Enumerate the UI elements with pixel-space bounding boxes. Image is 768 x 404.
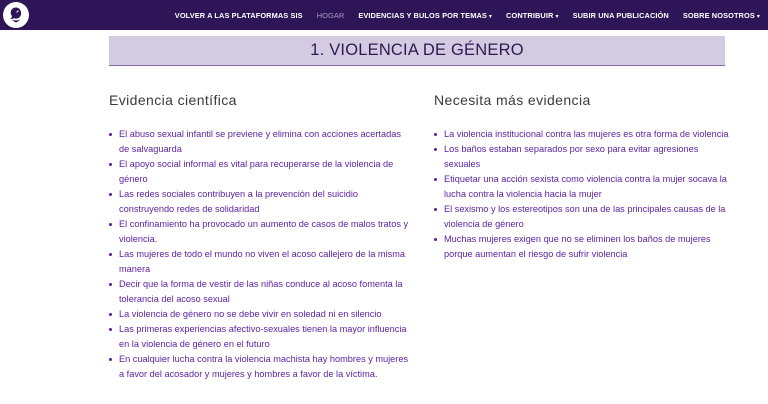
list-item: Las mujeres de todo el mundo no viven el… (109, 247, 409, 277)
page-title-band: 1. VIOLENCIA DE GÉNERO (109, 36, 725, 66)
list-item: Las redes sociales contribuyen a la prev… (109, 187, 409, 217)
claim-link[interactable]: Muchas mujeres exigen que no se eliminen… (444, 234, 711, 259)
chevron-down-icon: ▾ (488, 13, 493, 20)
needs-more-evidence-heading: Necesita más evidencia (434, 92, 591, 108)
page-title: 1. VIOLENCIA DE GÉNERO (310, 41, 524, 59)
list-item: En cualquier lucha contra la violencia m… (109, 352, 409, 382)
list-item: Las primeras experiencias afectivo-sexua… (109, 322, 409, 352)
top-navigation-bar: VOLVER A LAS PLATAFORMAS SIS HOGAR EVIDE… (0, 0, 768, 30)
nav-item-volver[interactable]: VOLVER A LAS PLATAFORMAS SIS (175, 11, 303, 20)
list-item: El sexismo y los estereotipos son una de… (434, 202, 734, 232)
needs-more-evidence-list: La violencia institucional contra las mu… (434, 127, 734, 262)
list-item: La violencia de género no se debe vivir … (109, 307, 409, 322)
woman-profile-icon (10, 7, 22, 23)
site-logo[interactable] (3, 2, 29, 28)
list-item: El apoyo social informal es vital para r… (109, 157, 409, 187)
scientific-evidence-column: Evidencia científica El abuso sexual inf… (109, 92, 409, 382)
nav-item-contribuir[interactable]: CONTRIBUIR ▾ (506, 11, 559, 20)
evidence-link[interactable]: El abuso sexual infantil se previene y e… (119, 129, 401, 154)
nav-item-hogar[interactable]: HOGAR (317, 11, 345, 20)
nav-item-subir[interactable]: SUBIR UNA PUBLICACIÓN (573, 11, 669, 20)
list-item: Etiquetar una acción sexista como violen… (434, 172, 734, 202)
list-item: La violencia institucional contra las mu… (434, 127, 734, 142)
claim-link[interactable]: Etiquetar una acción sexista como violen… (444, 174, 727, 199)
scientific-evidence-heading: Evidencia científica (109, 92, 237, 108)
evidence-link[interactable]: La violencia de género no se debe vivir … (119, 309, 382, 319)
nav-item-sobre-nosotros[interactable]: SOBRE NOSOTROS ▾ (683, 11, 760, 20)
claim-link[interactable]: El sexismo y los estereotipos son una de… (444, 204, 725, 229)
list-item: Los baños estaban separados por sexo par… (434, 142, 734, 172)
evidence-link[interactable]: En cualquier lucha contra la violencia m… (119, 354, 408, 379)
evidence-link[interactable]: Las redes sociales contribuyen a la prev… (119, 189, 358, 214)
evidence-link[interactable]: El confinamiento ha provocado un aumento… (119, 219, 408, 244)
evidence-link[interactable]: Las mujeres de todo el mundo no viven el… (119, 249, 405, 274)
nav-item-evidencias[interactable]: EVIDENCIAS Y BULOS POR TEMAS ▾ (358, 11, 492, 20)
scientific-evidence-list: El abuso sexual infantil se previene y e… (109, 127, 409, 382)
chevron-down-icon: ▾ (555, 13, 559, 20)
list-item: El abuso sexual infantil se previene y e… (109, 127, 409, 157)
claim-link[interactable]: La violencia institucional contra las mu… (444, 129, 728, 139)
evidence-link[interactable]: Decir que la forma de vestir de las niña… (119, 279, 402, 304)
evidence-link[interactable]: Las primeras experiencias afectivo-sexua… (119, 324, 407, 349)
evidence-link[interactable]: El apoyo social informal es vital para r… (119, 159, 393, 184)
needs-more-evidence-column: Necesita más evidencia La violencia inst… (434, 92, 734, 262)
list-item: El confinamiento ha provocado un aumento… (109, 217, 409, 247)
list-item: Decir que la forma de vestir de las niña… (109, 277, 409, 307)
chevron-down-icon: ▾ (756, 13, 760, 20)
claim-link[interactable]: Los baños estaban separados por sexo par… (444, 144, 698, 169)
main-nav: VOLVER A LAS PLATAFORMAS SIS HOGAR EVIDE… (161, 0, 760, 30)
list-item: Muchas mujeres exigen que no se eliminen… (434, 232, 734, 262)
